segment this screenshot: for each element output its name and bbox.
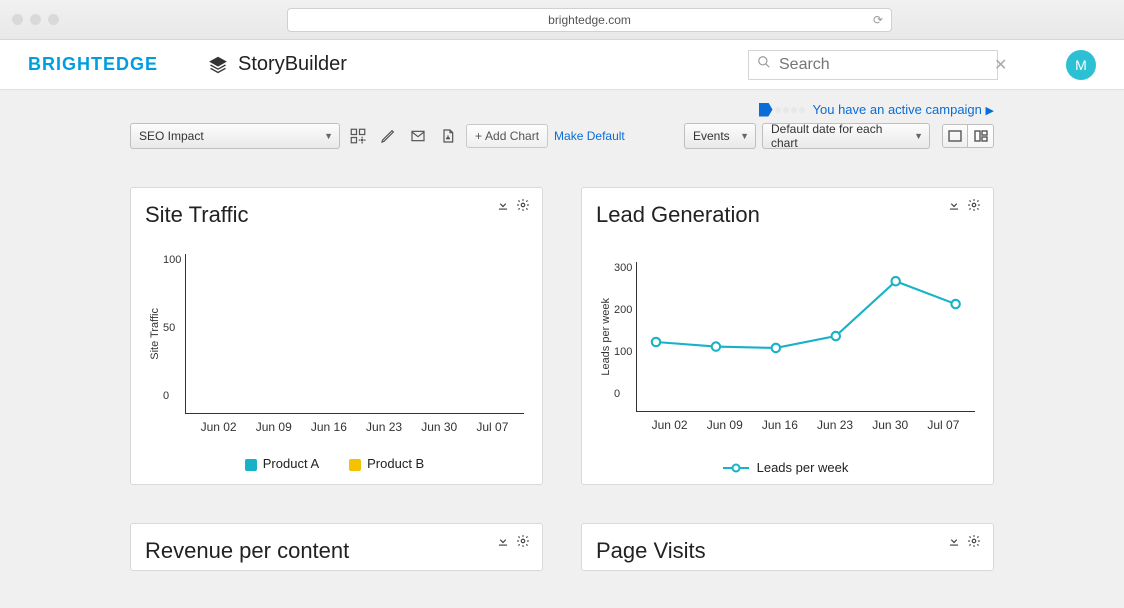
date-range-label: Default date for each chart [771, 122, 911, 150]
pdf-icon[interactable] [436, 124, 460, 148]
data-point [832, 332, 840, 340]
gear-icon[interactable] [967, 198, 981, 217]
download-icon[interactable] [947, 198, 961, 217]
legend-label: Product A [263, 456, 319, 471]
y-axis-ticks: 100 50 0 [163, 254, 185, 414]
x-tick: Jun 02 [652, 418, 688, 432]
brand-logo[interactable]: BRIGHTEDGE [28, 54, 158, 75]
card-title: Page Visits [596, 538, 975, 564]
search-icon [757, 55, 771, 74]
date-range-select[interactable]: Default date for each chart ▼ [762, 123, 930, 149]
gear-icon[interactable] [516, 198, 530, 217]
chart-legend: Leads per week [596, 460, 975, 475]
card-revenue-per-content: Revenue per content [130, 523, 543, 571]
x-tick: Jun 09 [256, 420, 292, 434]
active-campaign-link[interactable]: You have an active campaign ▶ [813, 102, 994, 117]
x-tick: Jul 07 [476, 420, 508, 434]
campaign-text: You have an active campaign [813, 102, 982, 117]
layers-icon [208, 55, 228, 75]
product-title: StoryBuilder [208, 53, 347, 76]
x-tick: Jun 09 [707, 418, 743, 432]
y-axis-label: Site Traffic [149, 308, 161, 360]
reload-icon[interactable]: ⟳ [873, 13, 883, 27]
email-icon[interactable] [406, 124, 430, 148]
search-input[interactable] [779, 56, 986, 74]
dashboard-select[interactable]: SEO Impact ▼ [130, 123, 340, 149]
chart-legend: Product A Product B [145, 456, 524, 471]
y-axis-label: Leads per week [600, 298, 612, 376]
dashboard-apps-icon[interactable] [346, 124, 370, 148]
legend-swatch-b [349, 459, 361, 471]
layout-grid-button[interactable] [968, 124, 994, 148]
app-header: BRIGHTEDGE StoryBuilder ✕ M [0, 40, 1124, 90]
card-site-traffic: Site Traffic Site Traffic 100 50 0 Jun 0… [130, 187, 543, 485]
avatar[interactable]: M [1066, 50, 1096, 80]
maximize-window-icon[interactable] [48, 14, 59, 25]
x-axis: Jun 02 Jun 09 Jun 16 Jun 23 Jun 30 Jul 07 [145, 414, 524, 434]
gear-icon[interactable] [516, 534, 530, 553]
x-tick: Jun 02 [201, 420, 237, 434]
download-icon[interactable] [496, 534, 510, 553]
chevron-down-icon: ▼ [324, 131, 333, 141]
line-chart: Leads per week 300 200 100 0 [596, 262, 975, 412]
gear-icon[interactable] [967, 534, 981, 553]
search-box[interactable]: ✕ [748, 50, 998, 80]
browser-chrome: brightedge.com ⟳ [0, 0, 1124, 40]
minimize-window-icon[interactable] [30, 14, 41, 25]
card-page-visits: Page Visits [581, 523, 994, 571]
legend-swatch-line [723, 463, 749, 473]
download-icon[interactable] [947, 534, 961, 553]
dashboard-select-label: SEO Impact [139, 129, 204, 143]
x-tick: Jun 30 [872, 418, 908, 432]
x-tick: Jun 16 [311, 420, 347, 434]
chevron-down-icon: ▼ [914, 131, 923, 141]
campaign-progress [759, 103, 805, 117]
address-url: brightedge.com [548, 13, 631, 27]
layout-toggle [942, 124, 994, 148]
clear-search-icon[interactable]: ✕ [994, 55, 1007, 75]
card-lead-generation: Lead Generation Leads per week 300 200 1… [581, 187, 994, 485]
x-axis: Jun 02 Jun 09 Jun 16 Jun 23 Jun 30 Jul 07 [596, 412, 975, 432]
card-title: Lead Generation [596, 202, 975, 228]
x-tick: Jun 30 [421, 420, 457, 434]
address-bar[interactable]: brightedge.com ⟳ [287, 8, 892, 32]
product-name: StoryBuilder [238, 53, 347, 76]
events-select[interactable]: Events ▼ [684, 123, 756, 149]
legend-swatch-a [245, 459, 257, 471]
chevron-down-icon: ▼ [740, 131, 749, 141]
add-chart-label: Add Chart [485, 129, 539, 143]
card-title: Site Traffic [145, 202, 524, 228]
data-point [892, 277, 900, 285]
data-point [712, 342, 720, 350]
data-point [772, 344, 780, 352]
y-axis-ticks: 300 200 100 0 [614, 262, 636, 412]
card-title: Revenue per content [145, 538, 524, 564]
events-select-label: Events [693, 129, 730, 143]
close-window-icon[interactable] [12, 14, 23, 25]
x-tick: Jun 16 [762, 418, 798, 432]
line-series [656, 281, 956, 348]
legend-label: Leads per week [757, 460, 849, 475]
x-tick: Jun 23 [366, 420, 402, 434]
edit-icon[interactable] [376, 124, 400, 148]
x-tick: Jun 23 [817, 418, 853, 432]
data-point [952, 300, 960, 308]
tag-icon [759, 103, 773, 117]
caret-right-icon: ▶ [986, 105, 994, 117]
download-icon[interactable] [496, 198, 510, 217]
x-tick: Jul 07 [927, 418, 959, 432]
plus-icon: + [475, 129, 482, 143]
window-controls [12, 14, 59, 25]
add-chart-button[interactable]: + Add Chart [466, 124, 548, 148]
bar-chart: Site Traffic 100 50 0 [145, 254, 524, 414]
legend-label: Product B [367, 456, 424, 471]
avatar-initial: M [1075, 57, 1087, 73]
dashboard-toolbar: SEO Impact ▼ + Add Chart Make Default Ev… [130, 123, 994, 149]
make-default-link[interactable]: Make Default [554, 129, 625, 143]
data-point [652, 338, 660, 346]
layout-single-button[interactable] [942, 124, 968, 148]
